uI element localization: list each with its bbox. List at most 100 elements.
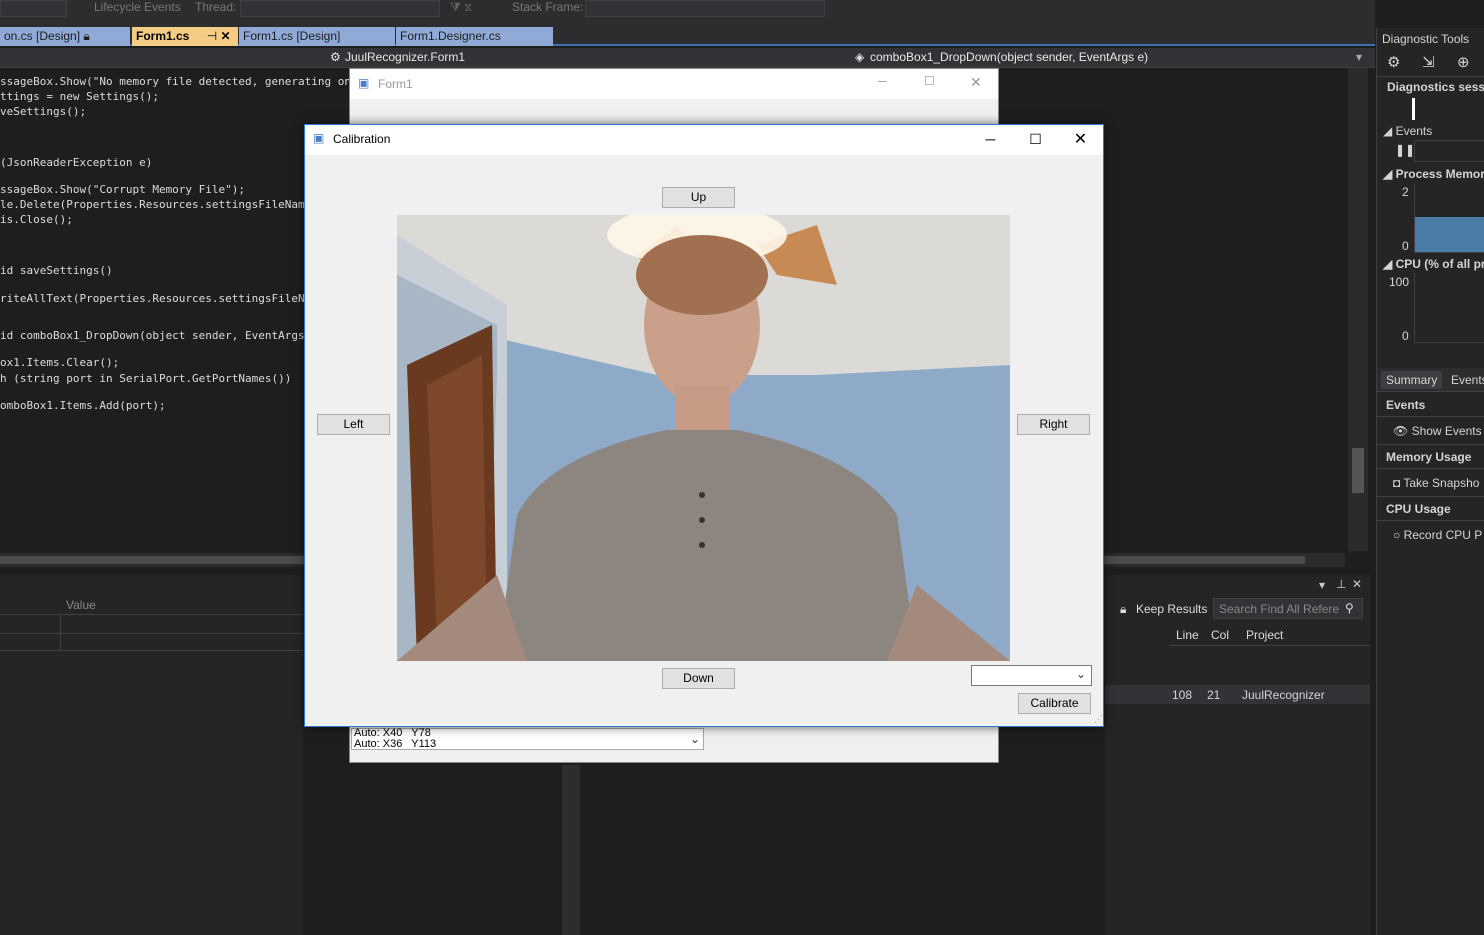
scrollbar-thumb[interactable] (1352, 448, 1364, 493)
eye-icon: 👁︎ (1393, 424, 1409, 438)
pin-icon[interactable]: ⊥ (1336, 577, 1346, 591)
gear-icon[interactable]: ⚙︎ (1387, 53, 1400, 71)
close-tab-icon[interactable]: ✕ (221, 29, 231, 43)
table-row[interactable]: 108 21 JuulRecognizer (1105, 685, 1370, 704)
search-input[interactable]: Search Find All Refere (1219, 602, 1339, 616)
process-dropdown[interactable] (0, 0, 67, 17)
row-line: 108 (1172, 688, 1193, 702)
close-icon[interactable]: ✕ (1352, 577, 1362, 591)
lock-icon: 🔒︎ (1120, 602, 1127, 616)
tab-form1-design[interactable]: Form1.cs [Design] (239, 27, 395, 46)
chevron-down-icon[interactable]: ⌄ (690, 732, 700, 746)
up-button[interactable]: Up (662, 187, 735, 208)
thread-label: Thread: (195, 0, 237, 14)
stack-frame-dropdown[interactable] (585, 0, 825, 17)
stack-frame-label: Stack Frame: (512, 0, 584, 14)
code-line[interactable]: is.Close(); (0, 213, 73, 226)
cpu-min-label: 0 (1402, 329, 1409, 343)
code-line[interactable]: ox1.Items.Clear(); (0, 356, 119, 369)
cpu-max-label: 100 (1389, 275, 1410, 289)
down-button[interactable]: Down (662, 668, 735, 689)
code-line[interactable]: veSettings(); (0, 105, 86, 118)
code-line[interactable]: ttings = new Settings(); (0, 90, 159, 103)
memory-graph (1415, 217, 1484, 252)
export-icon[interactable]: ⇲ (1422, 53, 1435, 71)
code-line[interactable]: id comboBox1_DropDown(object sender, Eve… (0, 329, 318, 342)
maximize-icon[interactable]: ☐ (924, 74, 935, 88)
calibration-title: Calibration (333, 132, 391, 146)
take-snapshot-button[interactable]: ◘ Take Snapsho (1393, 476, 1479, 490)
form1-title: Form1 (378, 77, 413, 91)
find-results-panel: ▾ ⊥ ✕ 🔒︎ Keep Results Search Find All Re… (1105, 575, 1370, 935)
cpu-usage-heading: CPU Usage (1386, 502, 1451, 516)
document-tabs: on.cs [Design] 🔒︎ Form1.cs ⊣ ✕ Form1.cs … (0, 26, 1375, 46)
right-button[interactable]: Right (1017, 414, 1090, 435)
value-column-header: Value (66, 598, 96, 612)
diagnostic-tools-panel: Diagnostic Tools ⚙︎ ⇲ ⊕ Diagnostics sess… (1376, 28, 1484, 935)
tab-form1-designer[interactable]: Form1.Designer.cs (396, 27, 553, 46)
code-line[interactable]: ssageBox.Show("Corrupt Memory File"); (0, 183, 245, 196)
code-line[interactable]: (JsonReaderException e) (0, 156, 152, 169)
code-line[interactable]: le.Delete(Properties.Resources.settingsF… (0, 198, 311, 211)
column-header-col[interactable]: Col (1211, 628, 1229, 642)
tab-form1-cs[interactable]: Form1.cs ⊣ ✕ (132, 27, 238, 46)
column-header-project[interactable]: Project (1246, 628, 1283, 642)
calibration-window: ▣ Calibration ─ ☐ ✕ Up Left Right Down ⌄… (304, 124, 1104, 727)
pin-icon[interactable]: ⊣ (207, 29, 217, 43)
events-heading: Events (1386, 398, 1426, 412)
code-line[interactable]: omboBox1.Items.Add(port); (0, 399, 166, 412)
panel-scrollbar[interactable] (562, 765, 580, 935)
panel-dropdown-icon[interactable]: ▾ (1319, 578, 1325, 592)
chevron-down-icon[interactable]: ▾ (1356, 50, 1362, 64)
code-line[interactable]: ssageBox.Show("No memory file detected, … (0, 75, 364, 88)
cpu-graph (1414, 273, 1484, 343)
row-col: 21 (1207, 688, 1221, 702)
zoom-in-icon[interactable]: ⊕ (1457, 53, 1470, 71)
app-icon: ▣ (358, 76, 370, 90)
pause-icon[interactable]: ❚❚ (1395, 143, 1415, 157)
lifecycle-events-button[interactable]: Lifecycle Events (94, 0, 181, 15)
keep-results-button[interactable]: Keep Results (1136, 602, 1207, 616)
code-line[interactable]: h (string port in SerialPort.GetPortName… (0, 372, 291, 385)
events-section[interactable]: ◢ Events (1383, 124, 1432, 138)
tab-summary[interactable]: Summary (1381, 371, 1443, 389)
minimize-icon[interactable]: ─ (968, 125, 1013, 154)
diag-title: Diagnostic Tools (1382, 32, 1470, 46)
method-icon: ◈ (855, 50, 865, 64)
maximize-icon[interactable]: ☐ (1013, 125, 1058, 154)
code-navigation-bar: ⚙︎ JuulRecognizer.Form1 ◈ comboBox1_Drop… (0, 48, 1375, 68)
code-line[interactable]: riteAllText(Properties.Resources.setting… (0, 292, 318, 305)
member-dropdown[interactable]: comboBox1_DropDown(object sender, EventA… (870, 50, 1148, 64)
close-icon[interactable]: ✕ (970, 74, 982, 91)
form1-titlebar[interactable]: ▣ Form1 ─ ☐ ✕ (350, 69, 998, 99)
record-cpu-button[interactable]: ○ Record CPU P (1393, 528, 1482, 542)
thread-dropdown[interactable] (240, 0, 440, 17)
process-memory-section[interactable]: ◢ Process Memory (1383, 167, 1484, 181)
calibration-titlebar[interactable]: ▣ Calibration ─ ☐ ✕ (305, 125, 1103, 155)
coordinates-listbox[interactable]: Auto: X40 Y78 Auto: X36 Y113 ⌄ (351, 727, 704, 750)
app-icon: ▣ (313, 131, 325, 145)
close-icon[interactable]: ✕ (1058, 125, 1103, 154)
show-events-button[interactable]: 👁︎ Show Events ( (1393, 424, 1484, 438)
code-line[interactable]: id saveSettings() (0, 264, 113, 277)
left-button[interactable]: Left (317, 414, 390, 435)
calibrate-button[interactable]: Calibrate (1018, 693, 1091, 714)
memory-usage-heading: Memory Usage (1386, 450, 1472, 464)
tab-events[interactable]: Events (1451, 373, 1484, 387)
row-project: JuulRecognizer (1242, 688, 1325, 702)
filter-icon[interactable]: ⧩ ⧖ (450, 0, 472, 15)
lock-icon: 🔒︎ (83, 29, 90, 43)
search-icon[interactable]: ⚲ (1345, 601, 1354, 615)
port-select[interactable]: ⌄ (971, 665, 1092, 686)
resize-grip-icon[interactable]: ⋰ (1094, 714, 1103, 725)
chevron-down-icon[interactable]: ⌄ (1076, 667, 1086, 681)
tab-design-other[interactable]: on.cs [Design] 🔒︎ (0, 27, 130, 46)
cpu-section[interactable]: ◢ CPU (% of all pro (1383, 257, 1484, 271)
minimize-icon[interactable]: ─ (878, 74, 887, 88)
class-icon: ⚙︎ (330, 50, 341, 64)
record-icon: ○ (1393, 528, 1401, 542)
column-header-line[interactable]: Line (1176, 628, 1199, 642)
class-dropdown[interactable]: JuulRecognizer.Form1 (345, 50, 465, 64)
debug-toolbar: xe Lifecycle Events Thread: ⧩ ⧖ Stack Fr… (0, 0, 1375, 26)
editor-vertical-scrollbar[interactable] (1348, 68, 1368, 551)
